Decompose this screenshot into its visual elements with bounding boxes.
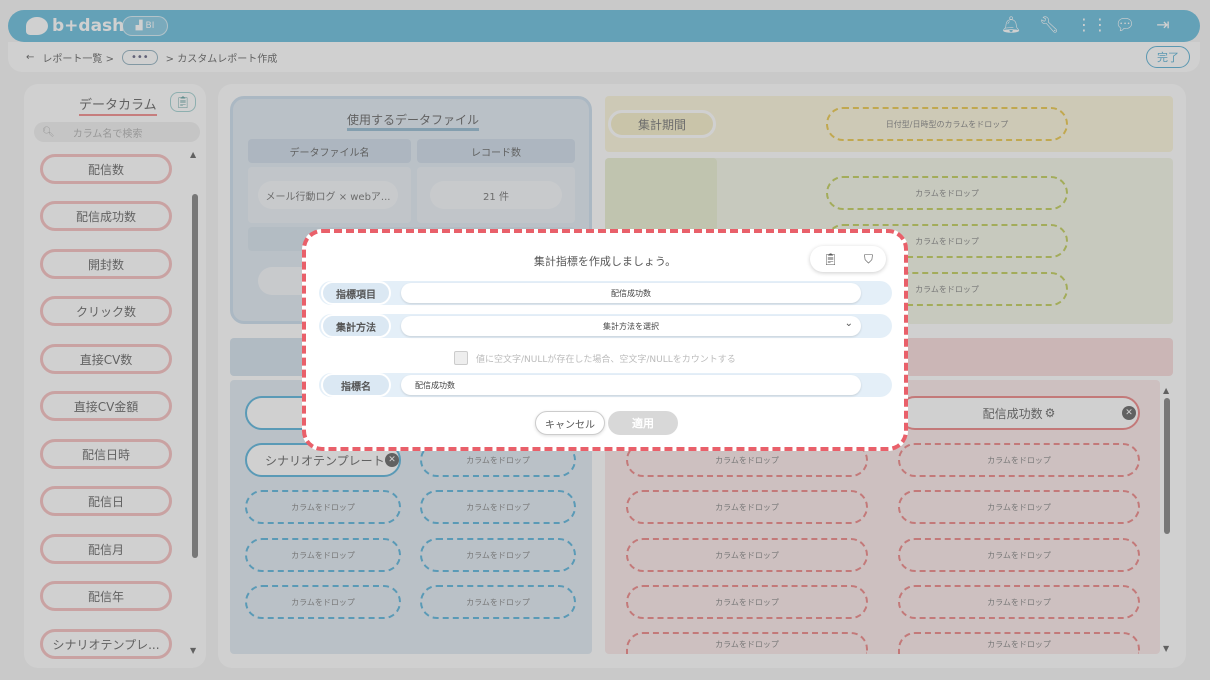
cancel-button[interactable]: キャンセル — [535, 411, 605, 435]
metric-item-row: 指標項目 配信成功数 — [319, 281, 892, 305]
metric-name-label: 指標名 — [321, 373, 391, 397]
metric-name-row: 指標名 配信成功数 — [319, 373, 892, 397]
modal-icon-group: 📋︎ ⛉ — [810, 246, 886, 272]
aggregation-method-value: 集計方法を選択 — [603, 321, 659, 331]
aggregation-method-label: 集計方法 — [321, 314, 391, 338]
count-null-option: 値に空文字/NULLが存在した場合、空文字/NULLをカウントする — [454, 351, 736, 365]
count-null-checkbox[interactable] — [454, 351, 468, 365]
beginner-mark-icon[interactable]: ⛉ — [864, 252, 873, 267]
metric-item-field[interactable]: 配信成功数 — [401, 283, 861, 303]
apply-button[interactable]: 適用 — [608, 411, 678, 435]
create-metric-modal: 集計指標を作成しましょう。 📋︎ ⛉ 指標項目 配信成功数 集計方法 集計方法を… — [302, 229, 908, 451]
aggregation-method-row: 集計方法 集計方法を選択 ⌄ — [319, 314, 892, 338]
chevron-down-icon: ⌄ — [844, 318, 853, 329]
metric-name-input[interactable]: 配信成功数 — [401, 375, 861, 395]
metric-item-label: 指標項目 — [321, 281, 391, 305]
count-null-label: 値に空文字/NULLが存在した場合、空文字/NULLをカウントする — [476, 354, 736, 365]
clipboard-icon[interactable]: 📋︎ — [823, 252, 838, 266]
aggregation-method-select[interactable]: 集計方法を選択 ⌄ — [401, 316, 861, 336]
